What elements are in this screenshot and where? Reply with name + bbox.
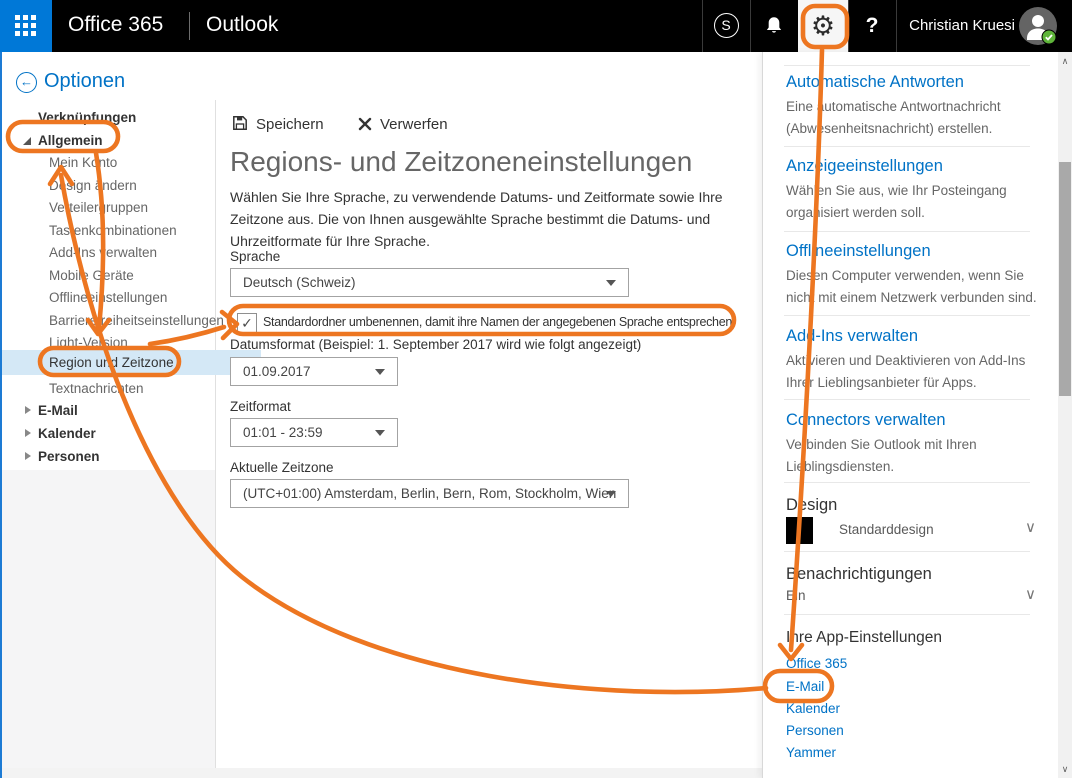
notifications-value: Ein: [786, 588, 806, 603]
theme-swatch[interactable]: [786, 517, 813, 544]
time-format-dropdown[interactable]: 01:01 - 23:59: [230, 418, 398, 447]
sidebar-item-tastenkombinationen[interactable]: Tastenkombinationen: [2, 219, 261, 242]
expanded-triangle-icon: [23, 137, 31, 145]
options-page-title[interactable]: Optionen: [44, 70, 125, 93]
timezone-label: Aktuelle Zeitzone: [230, 460, 334, 475]
save-floppy-icon: [233, 116, 247, 130]
sidebar-item-verknuepfungen[interactable]: Verknüpfungen: [2, 106, 250, 129]
sidebar-item-personen[interactable]: Personen: [2, 445, 250, 468]
sidebar-item-offlineeinstellungen[interactable]: Offlineeinstellungen: [2, 286, 261, 309]
discard-x-icon: [358, 117, 372, 131]
collapsed-triangle-icon: [25, 406, 31, 414]
rename-folders-checkbox[interactable]: ✓: [237, 313, 257, 333]
design-value: Standarddesign: [839, 522, 934, 537]
design-chevron-icon[interactable]: ∨: [1025, 518, 1036, 536]
skype-button[interactable]: S: [702, 0, 750, 52]
page-title: Regions- und Zeitzoneneinstellungen: [230, 146, 693, 177]
notifications-button[interactable]: [750, 0, 798, 52]
notifications-chevron-icon[interactable]: ∨: [1025, 585, 1036, 603]
notifications-section-title: Benachrichtigungen: [786, 565, 932, 583]
language-dropdown[interactable]: Deutsch (Schweiz): [230, 268, 629, 297]
app-title-outlook: Outlook: [206, 13, 279, 36]
discard-button[interactable]: Verwerfen: [358, 114, 448, 136]
scroll-down-arrow-icon[interactable]: ∨: [1058, 762, 1072, 776]
sidebar-item-addins-verwalten[interactable]: Add-Ins verwalten: [2, 241, 261, 264]
sidebar-item-mobile-geraete[interactable]: Mobile Geräte: [2, 264, 261, 287]
back-button[interactable]: ←: [16, 72, 37, 93]
sidebar-item-design-aendern[interactable]: Design ändern: [2, 174, 261, 197]
avatar[interactable]: [1019, 7, 1057, 45]
app-link-personen[interactable]: Personen: [786, 723, 844, 738]
sidebar-item-verteilergruppen[interactable]: Verteilergruppen: [2, 196, 261, 219]
bell-icon: [766, 17, 782, 33]
dropdown-caret-icon: [375, 430, 385, 436]
scrollbar-thumb[interactable]: [1059, 162, 1071, 396]
manage-connectors-link[interactable]: Connectors verwalten: [786, 411, 1054, 430]
save-button[interactable]: Speichern: [232, 114, 324, 136]
back-arrow-icon: ←: [20, 74, 33, 89]
app-link-email[interactable]: E-Mail: [786, 679, 824, 694]
sidebar-lower-background: [2, 470, 215, 778]
page-description: Wählen Sie Ihre Sprache, zu verwendende …: [230, 189, 723, 249]
scroll-up-arrow-icon[interactable]: ∧: [1058, 54, 1072, 68]
language-label: Sprache: [230, 249, 281, 264]
collapsed-triangle-icon: [25, 429, 31, 437]
dropdown-caret-icon: [606, 280, 616, 286]
flyout-section-offline-settings: Offlineeinstellungen Diesen Computer ver…: [786, 242, 1054, 308]
offline-settings-link[interactable]: Offlineeinstellungen: [786, 242, 1054, 261]
brand-office365[interactable]: Office 365: [68, 13, 163, 37]
design-section-title: Design: [786, 496, 838, 514]
timezone-dropdown[interactable]: (UTC+01:00) Amsterdam, Berlin, Bern, Rom…: [230, 479, 629, 508]
dropdown-caret-icon: [606, 491, 616, 497]
person-avatar-icon: [1019, 7, 1057, 45]
checkmark-icon: ✓: [241, 315, 253, 331]
sidebar-item-kalender[interactable]: Kalender: [2, 422, 250, 445]
flyout-section-manage-addins: Add-Ins verwalten Aktivieren und Deaktiv…: [786, 327, 1054, 393]
app-link-yammer[interactable]: Yammer: [786, 745, 836, 760]
dropdown-caret-icon: [375, 369, 385, 375]
flyout-section-automatic-replies: Automatische Antworten Eine automatische…: [786, 73, 1054, 139]
app-settings-title: Ihre App-Einstellungen: [786, 629, 942, 646]
date-format-dropdown[interactable]: 01.09.2017: [230, 357, 398, 386]
brand-divider: [189, 12, 190, 40]
sidebar-item-allgemein[interactable]: Allgemein: [2, 129, 250, 152]
time-format-label: Zeitformat: [230, 399, 291, 414]
skype-icon: S: [713, 13, 739, 38]
help-button[interactable]: ?: [848, 0, 896, 52]
app-launcher-button[interactable]: [0, 0, 52, 52]
content-lower-background: [2, 768, 762, 778]
sidebar-item-barrierefreiheit[interactable]: Barrierefreiheitseinstellungen: [2, 309, 261, 332]
automatic-replies-link[interactable]: Automatische Antworten: [786, 73, 1054, 92]
sidebar-item-textnachrichten[interactable]: Textnachrichten: [2, 377, 261, 400]
app-link-kalender[interactable]: Kalender: [786, 701, 840, 716]
question-mark-icon: ?: [865, 14, 879, 37]
top-bar: Office 365 Outlook S ⚙ ? Christian Krues…: [0, 0, 1072, 52]
sidebar-item-email[interactable]: E-Mail: [2, 399, 250, 422]
manage-addins-link[interactable]: Add-Ins verwalten: [786, 327, 1054, 346]
flyout-section-display-settings: Anzeigeeinstellungen Wählen Sie aus, wie…: [786, 157, 1054, 223]
user-name[interactable]: Christian Kruesi: [903, 0, 1015, 52]
settings-flyout: Automatische Antworten Eine automatische…: [762, 52, 1059, 778]
flyout-section-manage-connectors: Connectors verwalten Verbinden Sie Outlo…: [786, 411, 1054, 477]
sidebar-item-region-und-zeitzone[interactable]: Region und Zeitzone: [2, 350, 261, 375]
waffle-icon: [15, 15, 37, 37]
display-settings-link[interactable]: Anzeigeeinstellungen: [786, 157, 1054, 176]
flyout-scrollbar[interactable]: ∧ ∨: [1058, 52, 1072, 778]
sidebar-item-mein-konto[interactable]: Mein Konto: [2, 151, 261, 174]
gear-icon: ⚙: [810, 11, 836, 41]
date-format-label: Datumsformat (Beispiel: 1. September 201…: [230, 337, 642, 352]
settings-gear-button[interactable]: ⚙: [798, 0, 848, 52]
rename-folders-label[interactable]: Standardordner umbenennen, damit ihre Na…: [263, 315, 732, 329]
app-link-office365[interactable]: Office 365: [786, 656, 847, 671]
collapsed-triangle-icon: [25, 452, 31, 460]
